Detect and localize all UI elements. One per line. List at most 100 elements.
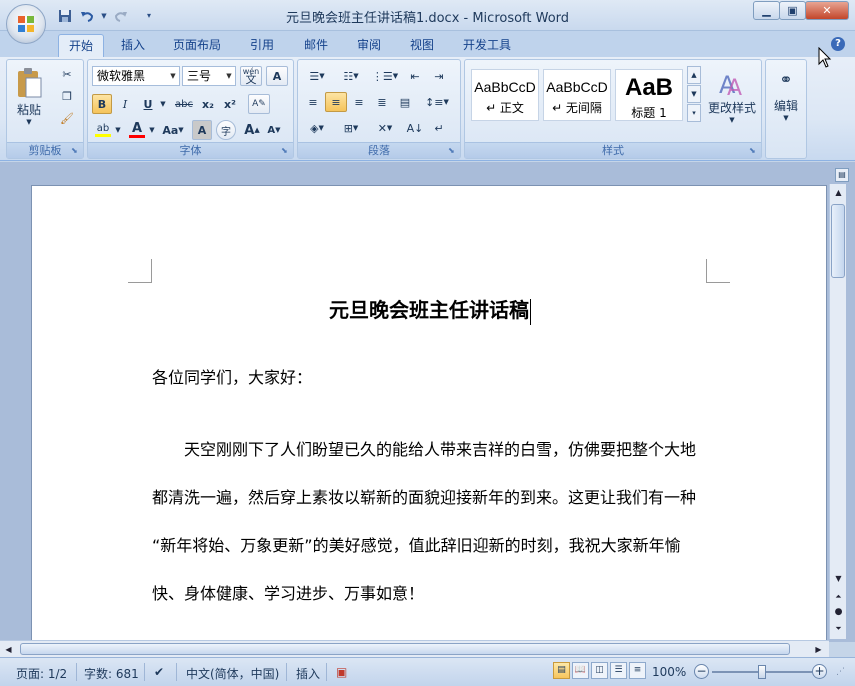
word-count[interactable]: 字数: 681 [84,665,139,682]
proofing-icon[interactable]: ✔ [154,665,164,679]
minimize-icon[interactable]: ▁ [753,1,780,20]
tab-review[interactable]: 审阅 [348,34,390,57]
macro-record-icon[interactable]: ▣ [336,665,347,679]
vertical-scrollbar[interactable]: ▲ ▼ ⏶ ● ⏷ [829,184,846,639]
style-sample: AaBbCcD [546,79,608,95]
align-left-icon[interactable]: ≡ [302,92,324,112]
horizontal-scroll-thumb[interactable] [20,643,790,655]
grow-font-button[interactable]: A ▲ [242,120,262,140]
shrink-font-button[interactable]: A ▼ [264,120,284,140]
dialog-launcher-icon[interactable]: ⬊ [71,146,81,156]
format-painter-icon[interactable]: 🖌 [57,108,77,128]
scroll-up-icon[interactable]: ▲ [830,184,847,201]
help-icon[interactable]: ? [831,37,845,51]
change-case-button[interactable]: Aa ▼ [160,120,186,140]
change-styles-label: 更改样式 [707,100,756,115]
zoom-out-icon[interactable]: − [694,664,709,679]
bold-button[interactable]: B [92,94,112,114]
char-border-button[interactable]: A [266,66,288,86]
zoom-level[interactable]: 100% [652,665,686,679]
align-right-icon[interactable]: ≡ [348,92,370,112]
vertical-scroll-thumb[interactable] [831,204,845,278]
increase-indent-icon[interactable]: ⇥ [428,66,450,86]
multilevel-list-icon[interactable]: ⋮☰ ▼ [370,66,400,86]
scroll-down-icon[interactable]: ▼ [830,570,847,587]
cut-icon[interactable]: ✂ [57,64,77,84]
style-heading-1[interactable]: AaB 标题 1 [615,69,683,121]
tab-mailings[interactable]: 邮件 [294,34,338,57]
decrease-indent-icon[interactable]: ⇤ [404,66,426,86]
chinese-layout-icon[interactable]: ✕ ▼ [370,118,400,138]
page-count[interactable]: 页面: 1/2 [16,665,67,682]
tab-page-layout[interactable]: 页面布局 [166,34,228,57]
style-no-spacing[interactable]: AaBbCcD ↵ 无间隔 [543,69,611,121]
tab-references[interactable]: 引用 [240,34,284,57]
office-button[interactable] [6,4,46,44]
web-layout-icon[interactable]: ◫ [591,662,608,679]
underline-button[interactable]: U [138,94,158,114]
chevron-down-icon[interactable]: ▼ [114,120,122,140]
chevron-down-icon[interactable]: ▼ [148,120,156,140]
font-family-value: 微软雅黑 [97,69,146,83]
enclose-characters-button[interactable]: 字 [216,120,236,140]
zoom-in-icon[interactable]: + [812,664,827,679]
language-indicator[interactable]: 中文(简体，中国) [186,665,279,682]
zoom-slider-thumb[interactable] [758,665,766,679]
superscript-button[interactable]: x² [220,94,240,114]
distributed-icon[interactable]: ▤ [394,92,416,112]
subscript-button[interactable]: x₂ [198,94,218,114]
draft-view-icon[interactable]: ≡ [629,662,646,679]
char-shading-button[interactable]: A [192,120,212,140]
phonetic-guide-button[interactable]: wén 文 [240,66,262,86]
tab-home[interactable]: 开始 [58,34,104,57]
numbering-icon[interactable]: ☷ ▼ [336,66,366,86]
print-layout-view-icon[interactable]: ▤ [553,662,570,679]
styles-scroll-up-icon[interactable]: ▲ [687,66,701,84]
tab-view[interactable]: 视图 [400,34,444,57]
styles-more-icon[interactable]: ▾ [687,104,701,122]
ruler-toggle-icon[interactable]: ▤ [835,168,849,182]
dialog-launcher-icon[interactable]: ⬊ [749,146,759,156]
restore-icon[interactable]: ▣ [779,1,806,20]
change-styles-button[interactable]: A A 更改样式 ▼ [705,64,759,128]
paste-button[interactable]: 粘贴 ▼ [11,62,47,130]
clear-formatting-icon[interactable]: A✎ [248,94,270,114]
font-size-combo[interactable]: 三号 ▼ [182,66,236,86]
insert-mode[interactable]: 插入 [296,665,320,682]
tab-developer[interactable]: 开发工具 [454,34,520,57]
dialog-launcher-icon[interactable]: ⬊ [281,146,291,156]
font-color-button[interactable]: A [126,120,148,140]
bullets-icon[interactable]: ☰ ▼ [302,66,332,86]
dialog-launcher-icon[interactable]: ⬊ [448,146,458,156]
next-page-icon[interactable]: ⏷ [830,620,847,637]
justify-icon[interactable]: ≣ [371,92,393,112]
resize-grip-icon[interactable]: ⋰ [836,667,845,677]
outline-view-icon[interactable]: ☰ [610,662,627,679]
style-sample: AaB [624,74,673,101]
styles-scroll-down-icon[interactable]: ▼ [687,85,701,103]
full-screen-reading-icon[interactable]: 📖 [572,662,589,679]
editing-button[interactable]: ⚭ 编辑 ▼ [768,64,804,128]
browse-object-icon[interactable]: ● [830,604,847,621]
chevron-down-icon[interactable]: ▼ [158,94,168,114]
show-marks-icon[interactable]: ↵ [428,118,450,138]
copy-icon[interactable]: ❐ [57,86,77,106]
document-page[interactable]: 元旦晚会班主任讲话稿 各位同学们，大家好： 天空刚刚下了人们盼望已久的能给人带来… [31,185,827,645]
text-caret [530,298,531,325]
align-center-icon[interactable]: ≡ [325,92,347,112]
scroll-left-icon[interactable]: ◀ [0,641,17,658]
scroll-right-icon[interactable]: ▶ [810,641,827,658]
shading-icon[interactable]: ◈ ▼ [302,118,332,138]
sort-icon[interactable]: A↓ [404,118,426,138]
tab-insert[interactable]: 插入 [112,34,154,57]
borders-icon[interactable]: ⊞ ▼ [336,118,366,138]
close-icon[interactable]: ✕ [805,1,849,20]
horizontal-scrollbar[interactable]: ◀ ▶ [0,640,829,657]
style-normal[interactable]: AaBbCcD ↵ 正文 [471,69,539,121]
highlight-button[interactable]: ab [92,120,114,140]
line-spacing-icon[interactable]: ↕≡ ▼ [422,92,452,112]
font-family-combo[interactable]: 微软雅黑 ▼ [92,66,180,86]
previous-page-icon[interactable]: ⏶ [830,588,847,605]
italic-button[interactable]: I [115,94,135,114]
strikethrough-button[interactable]: abc [172,94,196,114]
